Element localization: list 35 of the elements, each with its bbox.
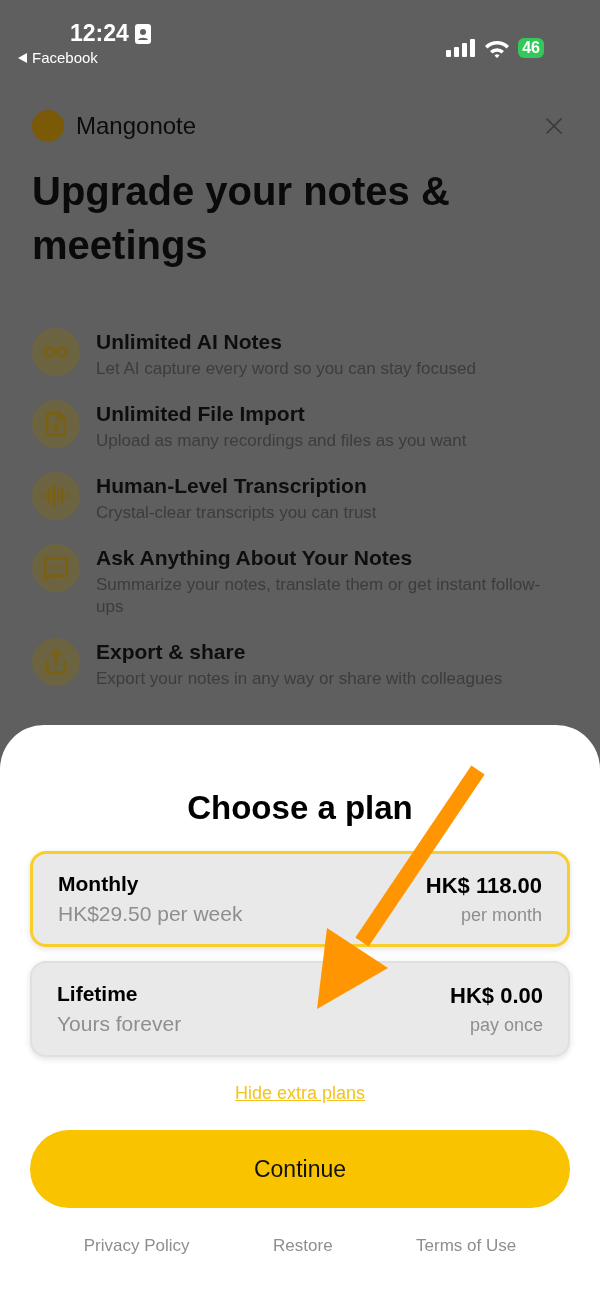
headline: Upgrade your notes & meetings [31, 168, 451, 269]
back-to-app-link[interactable]: Facebook [32, 49, 98, 66]
feature-icon [32, 400, 80, 448]
contact-card-icon [134, 23, 151, 44]
wifi-icon [484, 38, 511, 58]
feature-icon [32, 544, 80, 592]
feature-title: Human-Level Transcription [96, 474, 368, 498]
plan-name: Monthly [58, 872, 139, 896]
battery-level: 46 [518, 38, 544, 58]
back-triangle-icon [18, 52, 27, 63]
plan-price: HK$ 0.00 [450, 982, 543, 1009]
signal-icon [446, 39, 477, 57]
plan-period: pay once [469, 1014, 543, 1036]
plan-period: per month [460, 904, 542, 926]
plan-subtitle: Yours forever [57, 1012, 182, 1036]
feature-icon [32, 328, 80, 376]
feature-title: Unlimited AI Notes [96, 330, 283, 354]
plan-option[interactable]: Lifetime Yours forever HK$ 0.00 pay once [30, 961, 570, 1057]
plan-option[interactable]: Monthly HK$29.50 per week HK$ 118.00 per month [30, 851, 570, 947]
footer-link[interactable]: Restore [273, 1236, 333, 1256]
plan-subtitle: HK$29.50 per week [58, 902, 243, 926]
feature-title: Ask Anything About Your Notes [96, 546, 414, 570]
sheet-title: Choose a plan [186, 789, 414, 827]
feature-icon [32, 472, 80, 520]
footer-link[interactable]: Terms of Use [416, 1236, 517, 1256]
brand-logo [32, 110, 64, 142]
brand-name: Mangonote [76, 112, 198, 140]
footer-link[interactable]: Privacy Policy [83, 1236, 190, 1256]
feature-icon [32, 638, 80, 686]
feature-title: Unlimited File Import [96, 402, 306, 426]
plan-name: Lifetime [57, 982, 138, 1006]
continue-button[interactable]: Continue [30, 1130, 570, 1208]
status-time: 12:24 [70, 20, 129, 47]
plan-price: HK$ 118.00 [425, 872, 542, 899]
feature-title: Export & share [96, 640, 247, 664]
